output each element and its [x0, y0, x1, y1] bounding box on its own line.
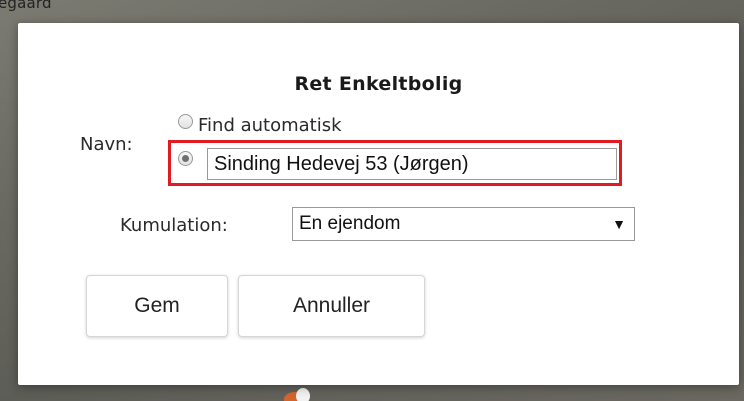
name-input[interactable]: Sinding Hedevej 53 (Jørgen): [207, 148, 617, 180]
edit-dwelling-dialog: Ret Enkeltbolig Navn: Find automatisk Si…: [18, 23, 739, 385]
kumulation-select-value: En ejendom: [299, 213, 401, 234]
radio-find-automatically-label[interactable]: Find automatisk: [198, 115, 342, 136]
save-button[interactable]: Gem: [86, 275, 228, 337]
radio-custom-name[interactable]: [178, 151, 193, 166]
map-marker-dot-icon: [296, 388, 310, 401]
kumulation-select[interactable]: En ejendom ▼: [292, 207, 635, 241]
radio-find-automatically[interactable]: [178, 114, 193, 129]
dropdown-arrow-icon: ▼: [612, 216, 626, 232]
navn-label: Navn:: [80, 134, 133, 155]
map-place-label: egaard: [0, 0, 52, 12]
cancel-button[interactable]: Annuller: [238, 275, 425, 337]
dialog-title: Ret Enkeltbolig: [294, 73, 463, 95]
kumulation-label: Kumulation:: [120, 215, 228, 236]
